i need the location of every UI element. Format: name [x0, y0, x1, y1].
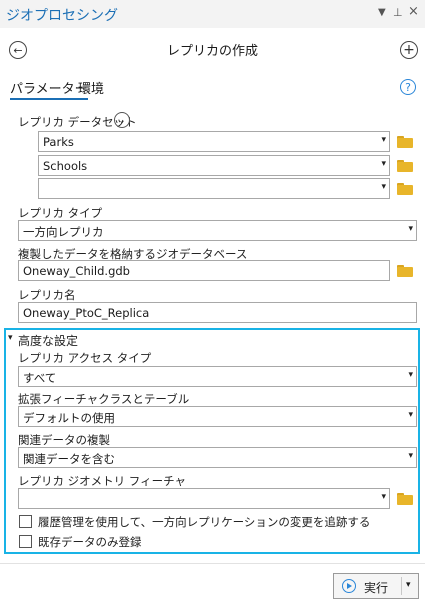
- replica-name-label: レプリカ名: [18, 288, 76, 302]
- run-button-label: 実行: [364, 581, 389, 595]
- replica-type-select[interactable]: 一方向レプリカ ▾: [18, 220, 417, 241]
- folder-icon[interactable]: [397, 183, 413, 195]
- related-data-select[interactable]: 関連データを含む ▾: [18, 447, 417, 468]
- dropdown-arrow-icon: ▾: [408, 410, 413, 420]
- pane-title-bar: ジオプロセシング ▼ ⊥ ×: [0, 0, 425, 28]
- folder-icon[interactable]: [397, 265, 413, 277]
- collapse-chevron-icon[interactable]: ▾: [8, 333, 13, 343]
- access-type-select[interactable]: すべて ▾: [18, 366, 417, 387]
- dataset-value: Parks: [43, 135, 74, 149]
- dropdown-arrow-icon: ▾: [381, 492, 386, 502]
- run-options-arrow-icon[interactable]: ▾: [406, 580, 411, 590]
- tab-environments[interactable]: 環境: [78, 78, 104, 97]
- replica-type-value: 一方向レプリカ: [23, 225, 104, 239]
- run-button[interactable]: 実行 ▾: [333, 573, 419, 599]
- dropdown-arrow-icon: ▾: [381, 159, 386, 169]
- footer-divider: [0, 563, 425, 564]
- geodatabase-input[interactable]: Oneway_Child.gdb: [18, 260, 390, 281]
- ext-feature-label: 拡張フィーチャクラスとテーブル: [18, 392, 190, 406]
- related-data-label: 関連データの複製: [18, 433, 110, 447]
- expand-datasets-icon[interactable]: ⌄: [114, 112, 130, 128]
- folder-icon[interactable]: [397, 160, 413, 172]
- geometry-feature-label: レプリカ ジオメトリ フィーチャ: [18, 474, 186, 488]
- dataset-input-empty[interactable]: ▾: [38, 178, 390, 199]
- folder-icon[interactable]: [397, 493, 413, 505]
- folder-icon[interactable]: [397, 136, 413, 148]
- pin-icon[interactable]: ⊥: [393, 6, 403, 19]
- dataset-value: Schools: [43, 159, 88, 173]
- replica-name-value: Oneway_PtoC_Replica: [23, 306, 150, 320]
- ext-feature-select[interactable]: デフォルトの使用 ▾: [18, 406, 417, 427]
- add-button[interactable]: +: [400, 41, 418, 59]
- dropdown-arrow-icon: ▾: [408, 370, 413, 380]
- advanced-settings-header[interactable]: 高度な設定: [18, 332, 78, 349]
- dataset-input-parks[interactable]: Parks ▾: [38, 131, 390, 152]
- tool-title: レプリカの作成: [166, 44, 258, 59]
- replica-name-input[interactable]: Oneway_PtoC_Replica: [18, 302, 417, 323]
- existing-data-checkbox-label: 既存データのみ登録: [38, 535, 142, 549]
- pane-title: ジオプロセシング: [6, 8, 118, 24]
- history-checkbox[interactable]: [19, 515, 32, 528]
- run-split-divider: [401, 577, 402, 595]
- pane-menu-icon[interactable]: ▼: [378, 7, 386, 18]
- help-icon[interactable]: ?: [400, 79, 416, 95]
- dropdown-arrow-icon: ▾: [381, 135, 386, 145]
- dropdown-arrow-icon: ▾: [408, 224, 413, 234]
- dropdown-arrow-icon: ▾: [381, 182, 386, 192]
- geometry-feature-select[interactable]: ▾: [18, 488, 390, 509]
- existing-data-checkbox[interactable]: [19, 535, 32, 548]
- ext-feature-value: デフォルトの使用: [23, 411, 115, 425]
- close-icon[interactable]: ×: [408, 4, 419, 19]
- access-type-label: レプリカ アクセス タイプ: [18, 351, 152, 365]
- access-type-value: すべて: [23, 371, 57, 385]
- related-data-value: 関連データを含む: [23, 452, 115, 466]
- dropdown-arrow-icon: ▾: [408, 451, 413, 461]
- dataset-input-schools[interactable]: Schools ▾: [38, 155, 390, 176]
- tab-parameters[interactable]: パラメーター: [10, 78, 88, 100]
- history-checkbox-label: 履歴管理を使用して、一方向レプリケーションの変更を追跡する: [38, 515, 371, 529]
- replica-type-label: レプリカ タイプ: [18, 206, 103, 220]
- play-icon: [342, 579, 356, 593]
- geodatabase-value: Oneway_Child.gdb: [23, 264, 130, 278]
